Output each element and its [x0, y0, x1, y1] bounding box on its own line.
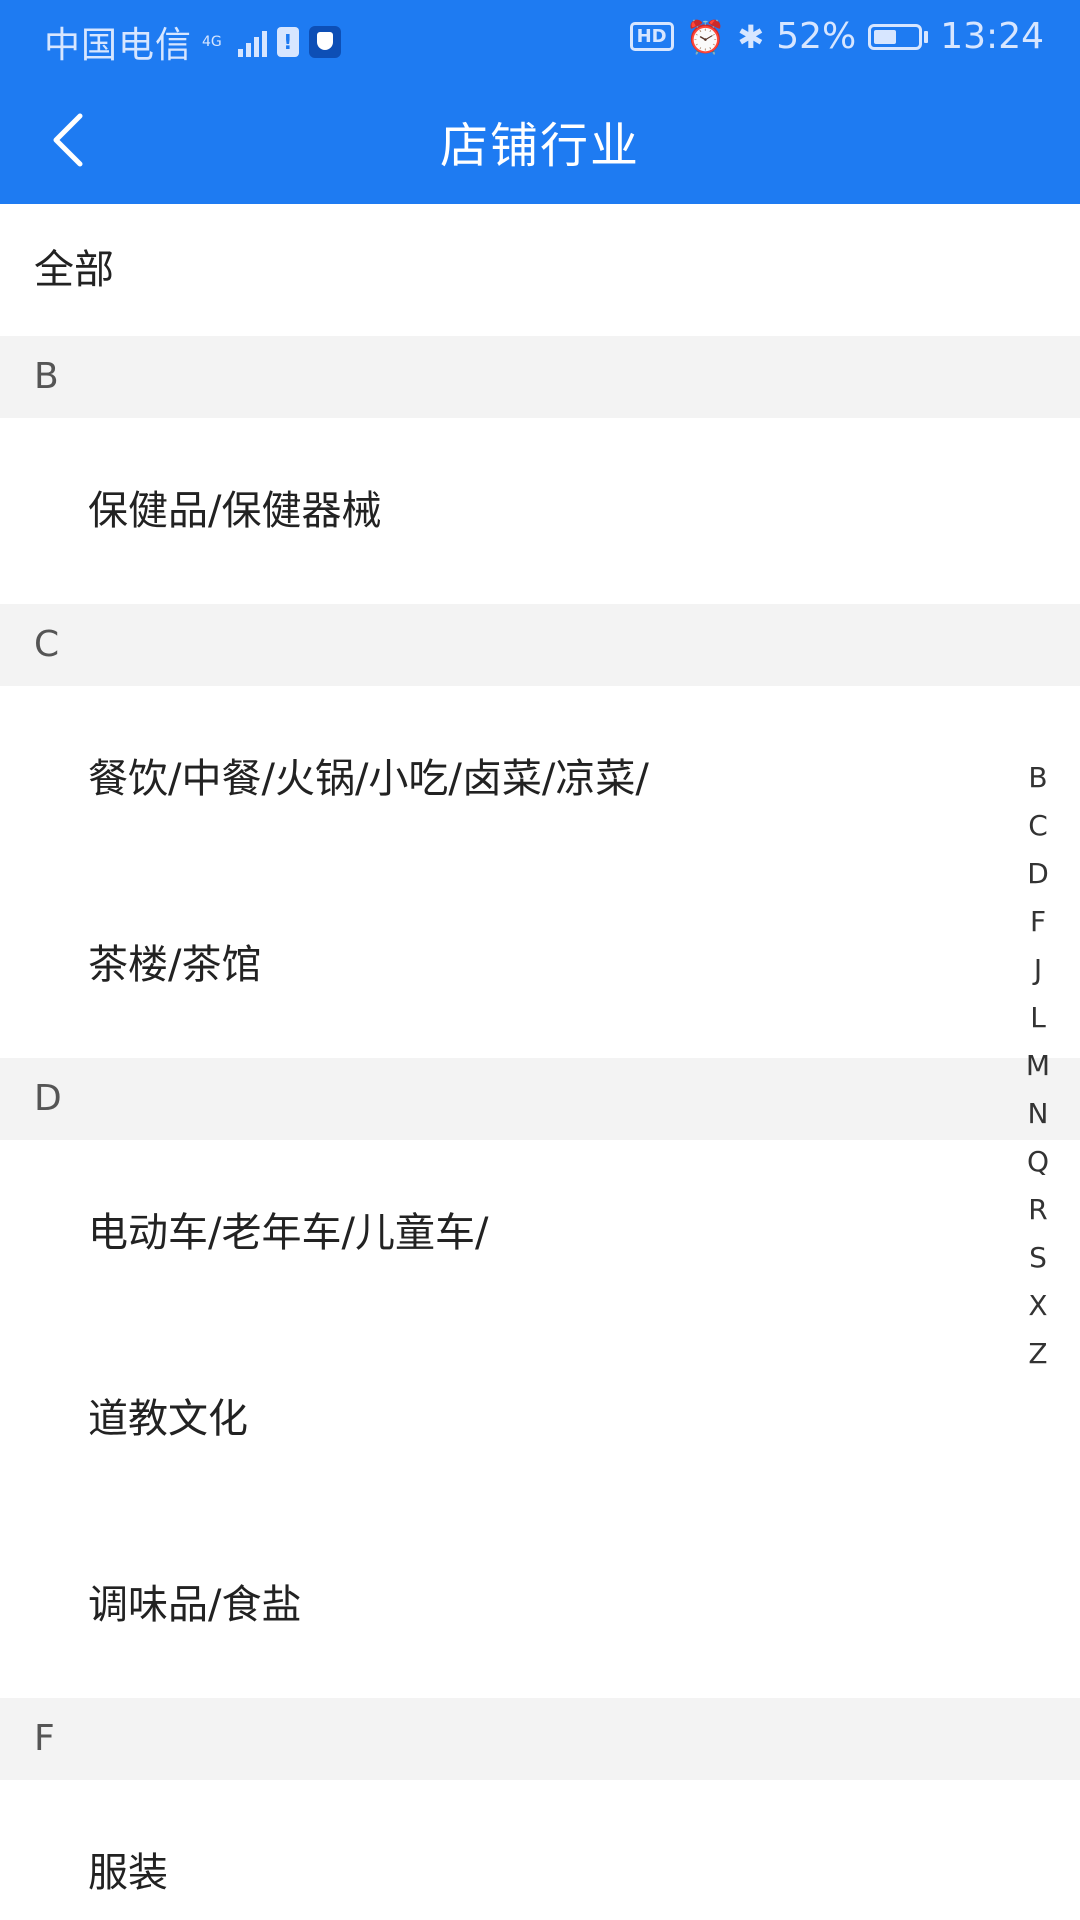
- list-item[interactable]: 调味品/食盐: [0, 1512, 1080, 1698]
- section-header-b: B: [0, 336, 1080, 418]
- app-bar: 店铺行业: [0, 76, 1080, 204]
- status-bar: 中国电信 4G ! HD ⏰ ✱ 52% 13:24: [0, 0, 1080, 76]
- list-item[interactable]: 服装: [0, 1780, 1080, 1920]
- index-letter-d[interactable]: D: [1014, 850, 1062, 898]
- screen: 中国电信 4G ! HD ⏰ ✱ 52% 13:24 店铺行业 全部 B 保健品…: [0, 0, 1080, 1920]
- list-item[interactable]: 保健品/保健器械: [0, 418, 1080, 604]
- list-item[interactable]: 电动车/老年车/儿童车/: [0, 1140, 1080, 1326]
- index-letter-s[interactable]: S: [1014, 1234, 1062, 1282]
- index-letter-c[interactable]: C: [1014, 802, 1062, 850]
- battery-percent: 52%: [776, 16, 857, 57]
- index-letter-m[interactable]: M: [1014, 1042, 1062, 1090]
- index-letter-f[interactable]: F: [1014, 898, 1062, 946]
- index-letter-x[interactable]: X: [1014, 1282, 1062, 1330]
- clock: 13:24: [940, 16, 1044, 57]
- sim-alert-icon: !: [276, 27, 299, 57]
- index-letter-q[interactable]: Q: [1014, 1138, 1062, 1186]
- section-header-d: D: [0, 1058, 1080, 1140]
- status-left: 中国电信 4G !: [44, 16, 341, 68]
- carrier-label: 中国电信: [44, 25, 193, 66]
- hd-icon: HD: [629, 22, 674, 51]
- index-letter-l[interactable]: L: [1014, 994, 1062, 1042]
- alarm-icon: ⏰: [685, 17, 726, 56]
- list-item-all[interactable]: 全部: [0, 204, 1080, 336]
- status-right: HD ⏰ ✱ 52% 13:24: [629, 16, 1044, 57]
- signal-icon: [237, 27, 267, 57]
- index-letter-b[interactable]: B: [1014, 754, 1062, 802]
- bluetooth-icon: ✱: [737, 17, 765, 56]
- index-letter-z[interactable]: Z: [1014, 1330, 1062, 1378]
- battery-icon: [868, 23, 929, 50]
- index-letter-n[interactable]: N: [1014, 1090, 1062, 1138]
- index-letter-j[interactable]: J: [1014, 946, 1062, 994]
- page-title: 店铺行业: [439, 118, 640, 174]
- shield-icon: [308, 26, 341, 58]
- index-letter-r[interactable]: R: [1014, 1186, 1062, 1234]
- section-header-f: F: [0, 1698, 1080, 1780]
- network-type-label: 4G: [202, 34, 222, 50]
- section-header-c: C: [0, 604, 1080, 686]
- list-item[interactable]: 餐饮/中餐/火锅/小吃/卤菜/凉菜/: [0, 686, 1080, 872]
- battery-fill: [874, 29, 897, 44]
- industry-list: 全部 B 保健品/保健器械 C 餐饮/中餐/火锅/小吃/卤菜/凉菜/ 茶楼/茶馆…: [0, 204, 1080, 1920]
- list-item[interactable]: 茶楼/茶馆: [0, 872, 1080, 1058]
- list-item[interactable]: 道教文化: [0, 1326, 1080, 1512]
- alphabet-index-bar[interactable]: B C D F J L M N Q R S X Z: [1014, 754, 1062, 1378]
